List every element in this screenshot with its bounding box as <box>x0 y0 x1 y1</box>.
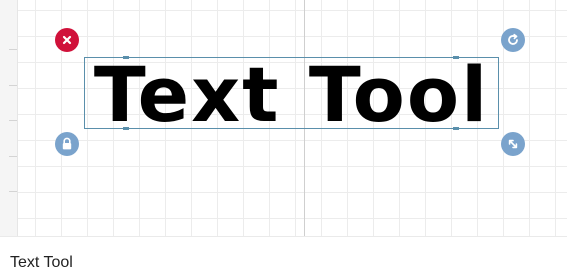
lock-icon <box>62 137 72 150</box>
ruler-tick <box>9 156 17 157</box>
close-icon <box>62 35 72 45</box>
ruler-tick <box>9 49 17 50</box>
rotate-handle[interactable] <box>501 28 525 52</box>
vertical-ruler <box>0 0 18 236</box>
resize-diagonal-icon <box>508 139 518 149</box>
design-canvas[interactable]: Text Tool <box>0 0 567 236</box>
selected-text-object[interactable]: Text Tool <box>84 56 499 133</box>
canvas-border <box>0 236 567 237</box>
ruler-tick <box>9 191 17 192</box>
scale-handle[interactable] <box>501 132 525 156</box>
ruler-tick <box>9 85 17 86</box>
delete-handle[interactable] <box>55 28 79 52</box>
caption-label: Text Tool <box>10 254 73 271</box>
text-object-content[interactable]: Text Tool <box>85 57 498 133</box>
ruler-tick <box>9 120 17 121</box>
rotate-icon <box>508 33 518 45</box>
lock-handle[interactable] <box>55 132 79 156</box>
